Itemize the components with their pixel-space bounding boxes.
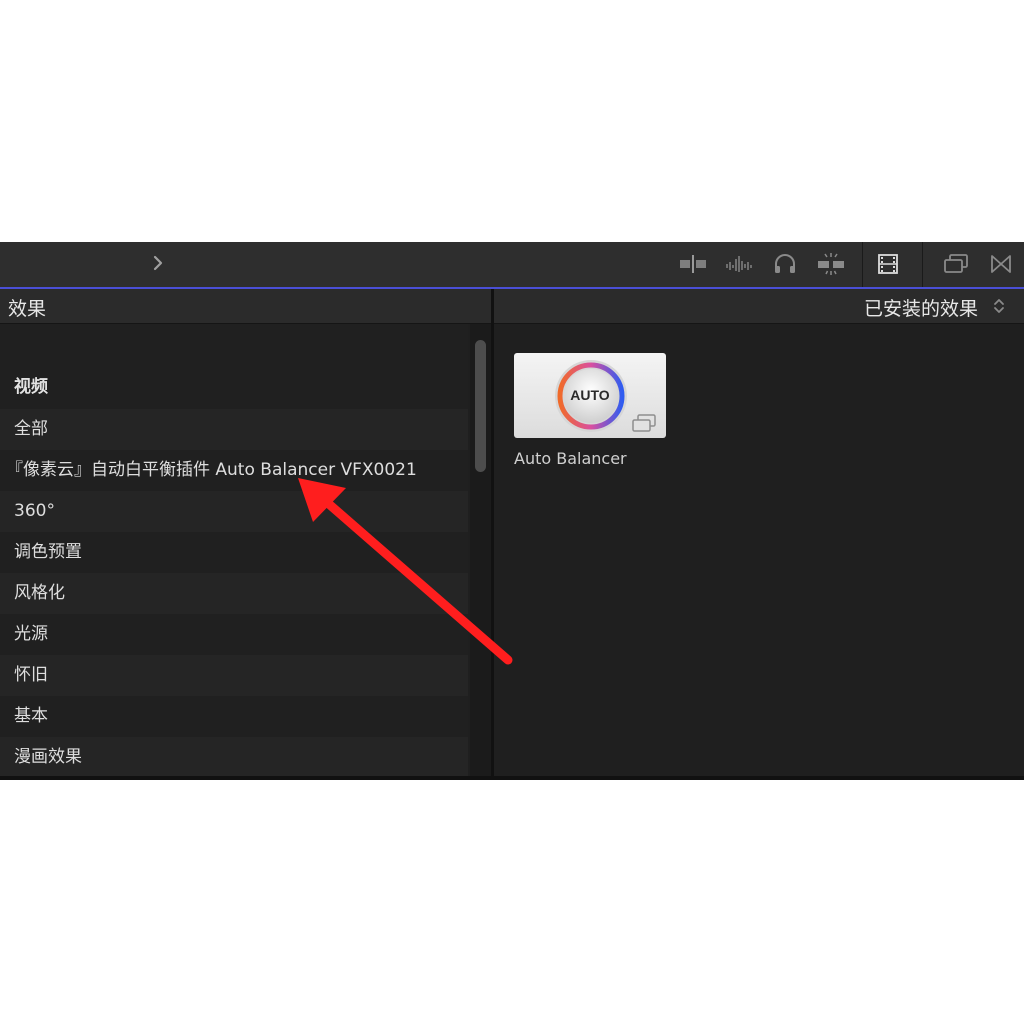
bottom-border <box>0 776 1024 780</box>
category-item[interactable]: 360° <box>0 491 468 532</box>
installed-effects-header: 已安装的效果 <box>494 289 1024 324</box>
effects-grid: AUTO Auto Balancer <box>494 324 1024 776</box>
category-item[interactable]: 光源 <box>0 614 468 655</box>
updown-chevron-icon[interactable] <box>992 296 1006 316</box>
scrollbar-thumb[interactable] <box>475 340 486 472</box>
window-overlap-icon[interactable] <box>940 250 972 278</box>
effect-thumbnail[interactable]: AUTO <box>514 353 666 438</box>
final-cut-effects-browser: 效果 已安装的效果 视频 全部 『像素云』自动白平衡插件 Auto Balanc… <box>0 242 1024 780</box>
category-item[interactable]: 『像素云』自动白平衡插件 Auto Balancer VFX0021 <box>0 450 468 491</box>
headphones-icon[interactable] <box>770 250 800 278</box>
installed-effects-popup[interactable]: 已安装的效果 <box>864 294 978 321</box>
effect-category-list: 视频 全部 『像素云』自动白平衡插件 Auto Balancer VFX0021… <box>0 324 468 778</box>
top-toolbar <box>0 242 1024 289</box>
clip-split-icon[interactable] <box>676 250 710 278</box>
category-item[interactable]: 全部 <box>0 409 468 450</box>
effect-name: Auto Balancer <box>514 449 627 468</box>
effect-item[interactable]: AUTO Auto Balancer <box>514 353 666 473</box>
effects-panel-header: 效果 <box>0 289 491 324</box>
transitions-icon[interactable] <box>986 250 1016 278</box>
category-item[interactable]: 调色预置 <box>0 532 468 573</box>
category-item[interactable]: 基本 <box>0 696 468 737</box>
category-group-video: 视频 <box>14 377 48 397</box>
audio-waveform-icon[interactable] <box>722 250 756 278</box>
filmstrip-icon[interactable] <box>874 250 902 278</box>
category-item[interactable]: 漫画效果 <box>0 737 468 778</box>
panel-title: 效果 <box>8 298 47 320</box>
skimming-icon[interactable] <box>814 250 848 278</box>
category-item[interactable]: 怀旧 <box>0 655 468 696</box>
chevron-right-icon[interactable] <box>150 252 166 274</box>
effect-thumb-text: AUTO <box>570 387 610 403</box>
category-item[interactable]: 风格化 <box>0 573 468 614</box>
